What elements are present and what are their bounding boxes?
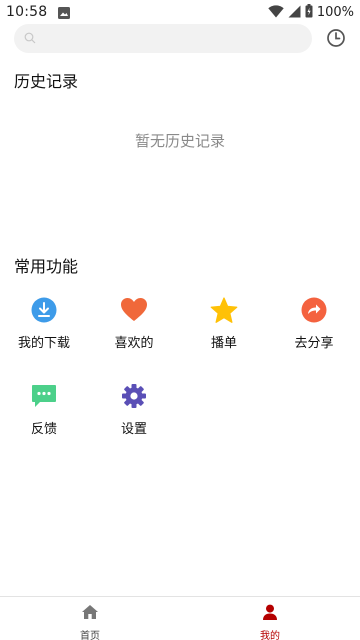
status-bar: 10:58 100% [0, 0, 360, 24]
share-button[interactable]: 去分享 [274, 296, 354, 351]
clock-icon [326, 28, 346, 52]
playlist-button[interactable]: 播单 [184, 296, 264, 351]
history-section-title: 历史记录 [14, 72, 79, 91]
feedback-button[interactable]: 反馈 [4, 382, 84, 437]
feedback-icon [30, 382, 58, 410]
image-notification-icon [57, 5, 71, 19]
download-icon [30, 296, 58, 324]
my-downloads-label: 我的下载 [17, 336, 70, 351]
battery-percent: 100% [316, 4, 354, 20]
nav-mine[interactable]: 我的 [180, 597, 360, 640]
nav-mine-label: 我的 [260, 631, 280, 640]
status-icons: 100% [268, 3, 354, 22]
battery-icon [305, 3, 313, 22]
history-button[interactable] [323, 27, 349, 53]
favorites-button[interactable]: 喜欢的 [94, 296, 174, 351]
settings-icon [120, 382, 148, 410]
settings-label: 设置 [120, 422, 147, 437]
heart-icon [120, 296, 148, 324]
favorites-label: 喜欢的 [114, 336, 154, 351]
history-empty-text: 暂无历史记录 [134, 132, 225, 150]
search-icon [24, 29, 36, 48]
status-time: 10:58 [6, 4, 48, 20]
playlist-label: 播单 [210, 336, 237, 351]
share-icon [300, 296, 328, 324]
search-bar[interactable] [14, 24, 312, 53]
nav-home-label: 首页 [80, 631, 100, 640]
share-label: 去分享 [294, 336, 334, 351]
wifi-icon [268, 3, 284, 22]
search-input[interactable] [42, 31, 282, 46]
user-icon [262, 604, 278, 624]
settings-button[interactable]: 设置 [94, 382, 174, 437]
common-functions-title: 常用功能 [14, 257, 79, 276]
feedback-label: 反馈 [30, 422, 57, 437]
star-icon [210, 296, 238, 324]
signal-icon [288, 3, 301, 22]
my-downloads-button[interactable]: 我的下载 [4, 296, 84, 351]
home-icon [81, 604, 99, 624]
bottom-navigation: 首页 我的 [0, 596, 360, 640]
nav-home[interactable]: 首页 [0, 597, 180, 640]
